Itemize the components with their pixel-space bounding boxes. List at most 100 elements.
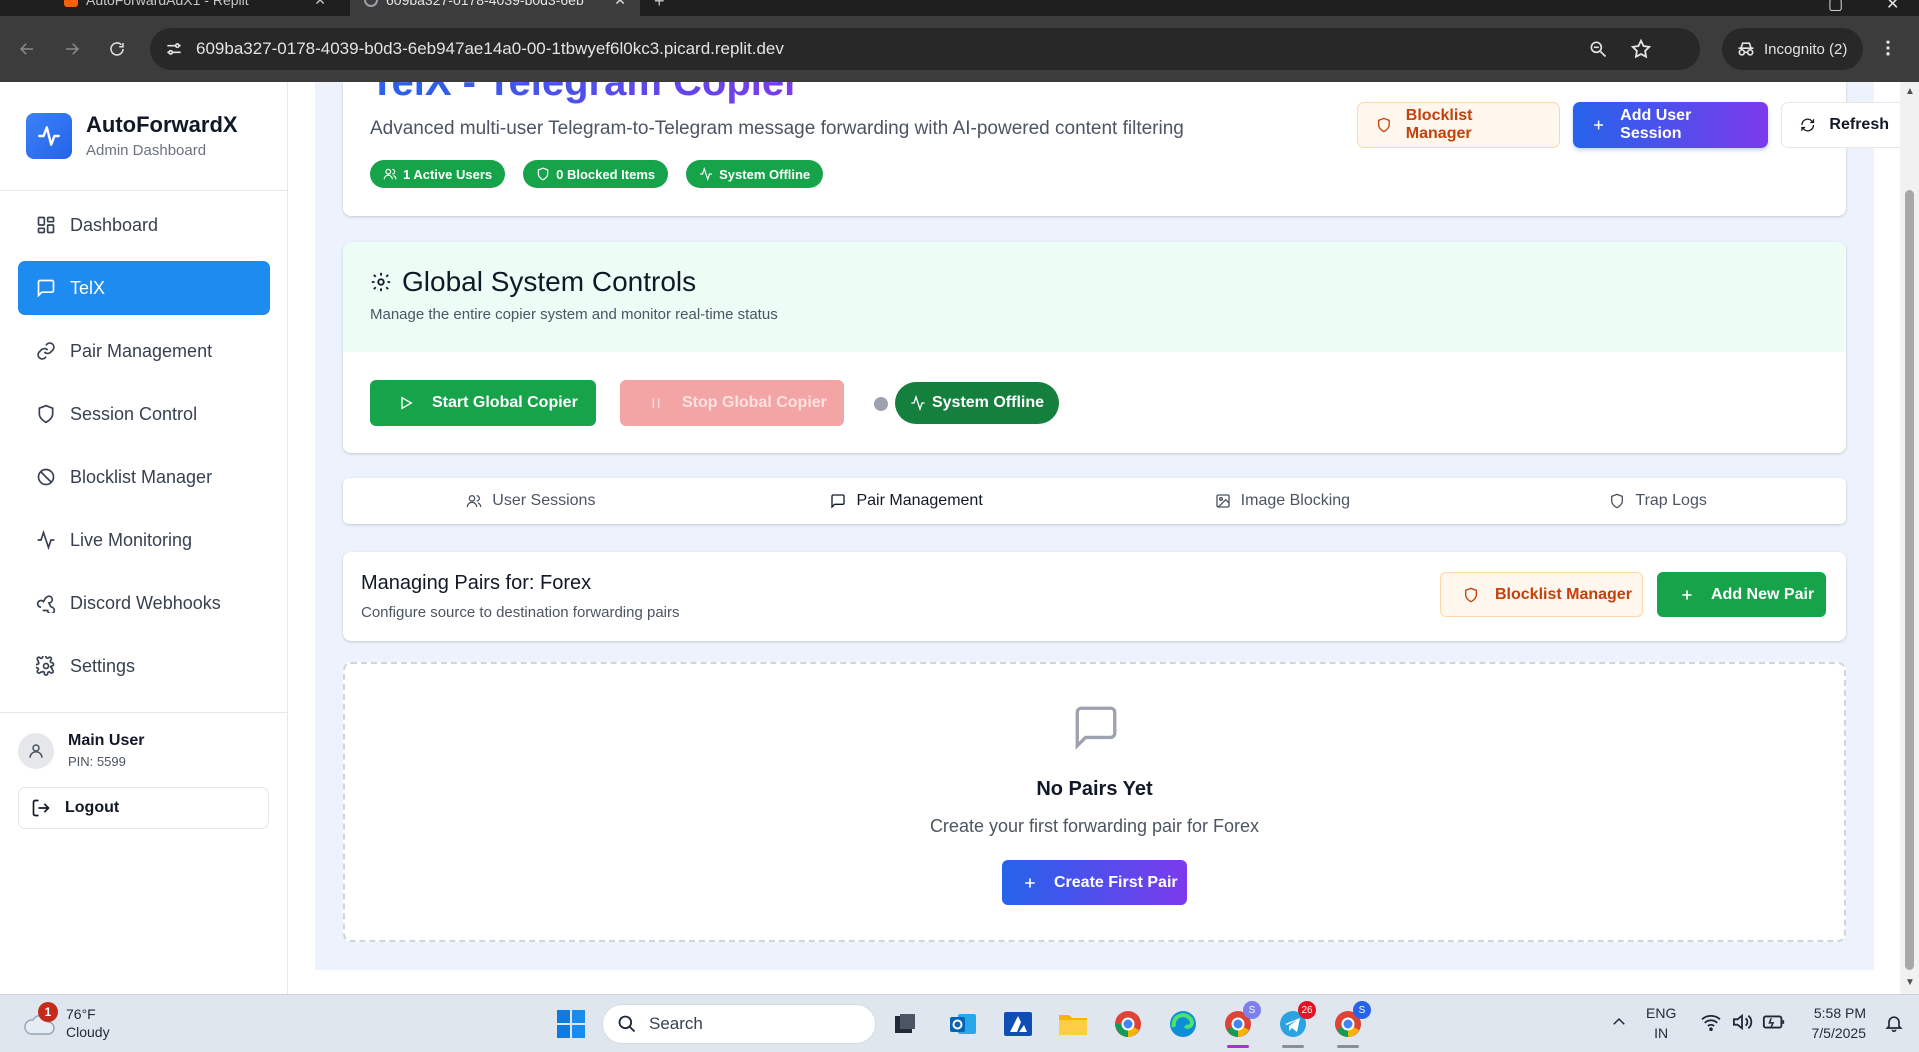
refresh-button[interactable]: Refresh: [1781, 102, 1900, 148]
search-placeholder: Search: [649, 1014, 703, 1033]
sidebar-item-settings[interactable]: Settings: [18, 639, 270, 693]
tab-pair-management[interactable]: Pair Management: [719, 478, 1095, 524]
activity-icon: [911, 395, 925, 411]
tab-image-blocking[interactable]: Image Blocking: [1095, 478, 1471, 524]
volume-icon[interactable]: [1731, 1013, 1753, 1031]
sidebar-item-blocklist-manager[interactable]: Blocklist Manager: [18, 450, 270, 504]
button-label: Add New Pair: [1711, 585, 1815, 603]
status-badges: 1 Active Users 0 Blocked Items System Of…: [370, 160, 824, 188]
show-hidden-icons[interactable]: [1610, 1013, 1628, 1031]
incognito-indicator[interactable]: Incognito (2): [1722, 28, 1864, 70]
blocklist-manager-button[interactable]: Blocklist Manager: [1357, 102, 1560, 148]
close-tab-icon[interactable]: ✕: [314, 0, 326, 9]
edge-icon[interactable]: [1166, 1007, 1200, 1041]
global-controls-card: Global System Controls Manage the entire…: [343, 242, 1846, 453]
add-new-pair-button[interactable]: Add New Pair: [1657, 572, 1826, 617]
pause-icon: [652, 398, 660, 408]
site-settings-icon[interactable]: [164, 39, 184, 59]
empty-title: No Pairs Yet: [1036, 778, 1153, 800]
message-square-icon: [831, 494, 846, 509]
close-tab-icon[interactable]: ✕: [614, 0, 626, 9]
file-explorer-icon[interactable]: [1056, 1007, 1090, 1041]
button-label: Blocklist Manager: [1405, 107, 1473, 142]
sidebar-item-live-monitoring[interactable]: Live Monitoring: [18, 513, 270, 567]
browser-toolbar: 609ba327-0178-4039-b0d3-6eb947ae14a0-00-…: [0, 16, 1919, 82]
search-icon: [618, 1015, 636, 1033]
running-indicator: [1282, 1045, 1304, 1048]
back-icon[interactable]: [10, 32, 44, 66]
system-status-pill: System Offline: [895, 382, 1059, 424]
task-view-icon[interactable]: [888, 1007, 922, 1041]
telegram-icon[interactable]: 26: [1276, 1001, 1316, 1041]
reload-icon[interactable]: [100, 32, 134, 66]
section-subtitle: Manage the entire copier system and moni…: [370, 306, 778, 323]
outlook-icon[interactable]: [946, 1007, 980, 1041]
avatar: [18, 732, 54, 769]
logout-button[interactable]: Logout: [18, 787, 269, 829]
window-close-icon[interactable]: ✕: [1886, 0, 1899, 14]
url-text[interactable]: 609ba327-0178-4039-b0d3-6eb947ae14a0-00-…: [196, 39, 784, 59]
global-controls-title: Global System Controls: [370, 266, 696, 298]
browser-tab-title: AutoForwardAdX1 - Replit: [86, 0, 249, 8]
plus-icon: [1682, 589, 1692, 600]
badge-label: 1 Active Users: [403, 166, 493, 182]
tab-trap-logs[interactable]: Trap Logs: [1470, 478, 1846, 524]
status-dot: [874, 397, 888, 411]
pairs-header-card: Managing Pairs for: Forex Configure sour…: [343, 552, 1846, 641]
sidebar-item-telx[interactable]: TelX: [18, 261, 270, 315]
logout-label: Logout: [65, 799, 120, 816]
windows-start-icon[interactable]: [556, 1009, 586, 1039]
ban-icon: [37, 468, 55, 486]
forward-icon[interactable]: [55, 32, 89, 66]
stop-global-copier-button[interactable]: Stop Global Copier: [620, 380, 844, 426]
sidebar-item-session-control[interactable]: Session Control: [18, 387, 270, 441]
battery-icon[interactable]: [1762, 1013, 1786, 1031]
browser-tab-replit[interactable]: AutoForwardAdX1 - Replit ✕: [50, 0, 340, 16]
scroll-down-icon[interactable]: ▼: [1905, 977, 1915, 988]
page-header-card: TelX - Telegram Copier Advanced multi-us…: [343, 82, 1900, 216]
maximize-icon[interactable]: ▢: [1828, 0, 1843, 14]
sidebar-item-label: TelX: [70, 277, 106, 298]
scroll-up-icon[interactable]: ▲: [1905, 86, 1915, 97]
tab-user-sessions[interactable]: User Sessions: [343, 478, 719, 524]
weather-widget[interactable]: 1 76°F Cloudy: [22, 1002, 110, 1041]
sidebar-item-label: Settings: [70, 655, 136, 676]
browser-menu-icon[interactable]: [1878, 38, 1898, 58]
chrome-profile-icon[interactable]: S: [1221, 1001, 1261, 1041]
bookmark-star-icon[interactable]: [1630, 38, 1652, 60]
webhook-icon: [36, 595, 56, 613]
zoom-icon[interactable]: [1588, 39, 1608, 59]
new-tab-icon[interactable]: +: [654, 0, 665, 12]
button-label: Blocklist Manager: [1495, 585, 1632, 603]
sidebar-item-label: Session Control: [70, 403, 198, 424]
scrollbar-thumb[interactable]: [1905, 190, 1914, 970]
start-global-copier-button[interactable]: Start Global Copier: [370, 380, 596, 426]
users-icon: [466, 495, 482, 508]
wifi-icon[interactable]: [1700, 1013, 1722, 1031]
browser-tab-active[interactable]: 609ba327-0178-4039-b0d3-6eb ✕: [350, 0, 640, 16]
notifications-icon[interactable]: [1884, 1013, 1904, 1033]
main-content: TelX - Telegram Copier Advanced multi-us…: [289, 82, 1900, 994]
pairs-blocklist-manager-button[interactable]: Blocklist Manager: [1440, 572, 1643, 617]
sidebar-item-pair-management[interactable]: Pair Management: [18, 324, 270, 378]
sidebar-item-label: Blocklist Manager: [70, 466, 213, 487]
language-indicator[interactable]: ENG IN: [1646, 1003, 1676, 1043]
address-bar[interactable]: 609ba327-0178-4039-b0d3-6eb947ae14a0-00-…: [150, 28, 1700, 70]
taskbar-search[interactable]: Search: [602, 1004, 876, 1044]
incognito-icon: [1738, 42, 1754, 56]
sidebar-item-dashboard[interactable]: Dashboard: [18, 198, 270, 252]
button-label: Create First Pair: [1054, 873, 1178, 891]
sidebar-item-label: Discord Webhooks: [70, 592, 221, 613]
add-user-session-button[interactable]: Add User Session: [1573, 102, 1768, 148]
plus-icon: [1025, 877, 1035, 888]
telegram-badge: 26: [1298, 1001, 1316, 1019]
shield-icon: [38, 404, 54, 424]
chrome-icon[interactable]: [1111, 1007, 1145, 1041]
azure-app-icon[interactable]: [1001, 1007, 1035, 1041]
sidebar-item-label: Dashboard: [70, 214, 159, 235]
page-scrollbar[interactable]: ▲ ▼: [1900, 82, 1919, 994]
sidebar-item-discord-webhooks[interactable]: Discord Webhooks: [18, 576, 270, 630]
chrome-profile-icon[interactable]: S: [1331, 1001, 1371, 1041]
clock[interactable]: 5:58 PM 7/5/2025: [1804, 1003, 1867, 1043]
create-first-pair-button[interactable]: Create First Pair: [1002, 860, 1187, 905]
